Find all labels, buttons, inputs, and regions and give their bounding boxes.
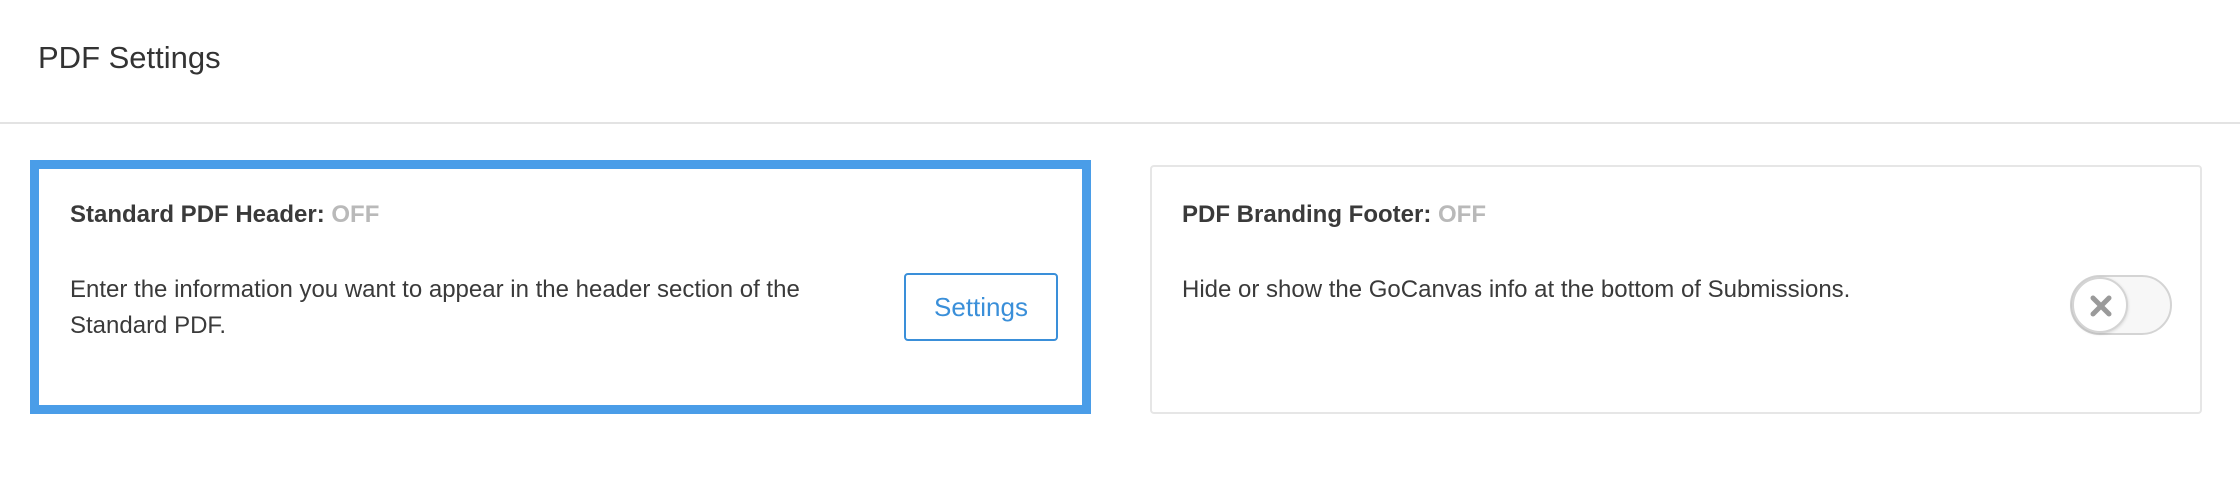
page-title: PDF Settings	[38, 40, 221, 75]
close-icon	[2090, 295, 2112, 317]
card-title: PDF Branding Footer: OFF	[1182, 200, 1486, 230]
status-badge: OFF	[331, 201, 380, 228]
settings-button[interactable]: Settings	[904, 273, 1058, 341]
card-title: Standard PDF Header: OFF	[70, 200, 379, 230]
card-description: Enter the information you want to appear…	[70, 276, 800, 339]
card-description: Hide or show the GoCanvas info at the bo…	[1182, 276, 1851, 303]
standard-pdf-header-card[interactable]: Standard PDF Header: OFF Enter the infor…	[30, 160, 1091, 414]
card-title-label: PDF Branding Footer:	[1182, 201, 1432, 228]
pdf-branding-footer-card: PDF Branding Footer: OFF Hide or show th…	[1150, 165, 2202, 414]
branding-footer-toggle[interactable]	[2070, 275, 2172, 335]
toggle-knob	[2072, 277, 2128, 333]
card-title-label: Standard PDF Header:	[70, 201, 325, 228]
page-header: PDF Settings	[0, 0, 2240, 124]
pdf-settings-page: PDF Settings Standard PDF Header: OFF En…	[0, 0, 2240, 490]
status-badge: OFF	[1438, 201, 1486, 228]
